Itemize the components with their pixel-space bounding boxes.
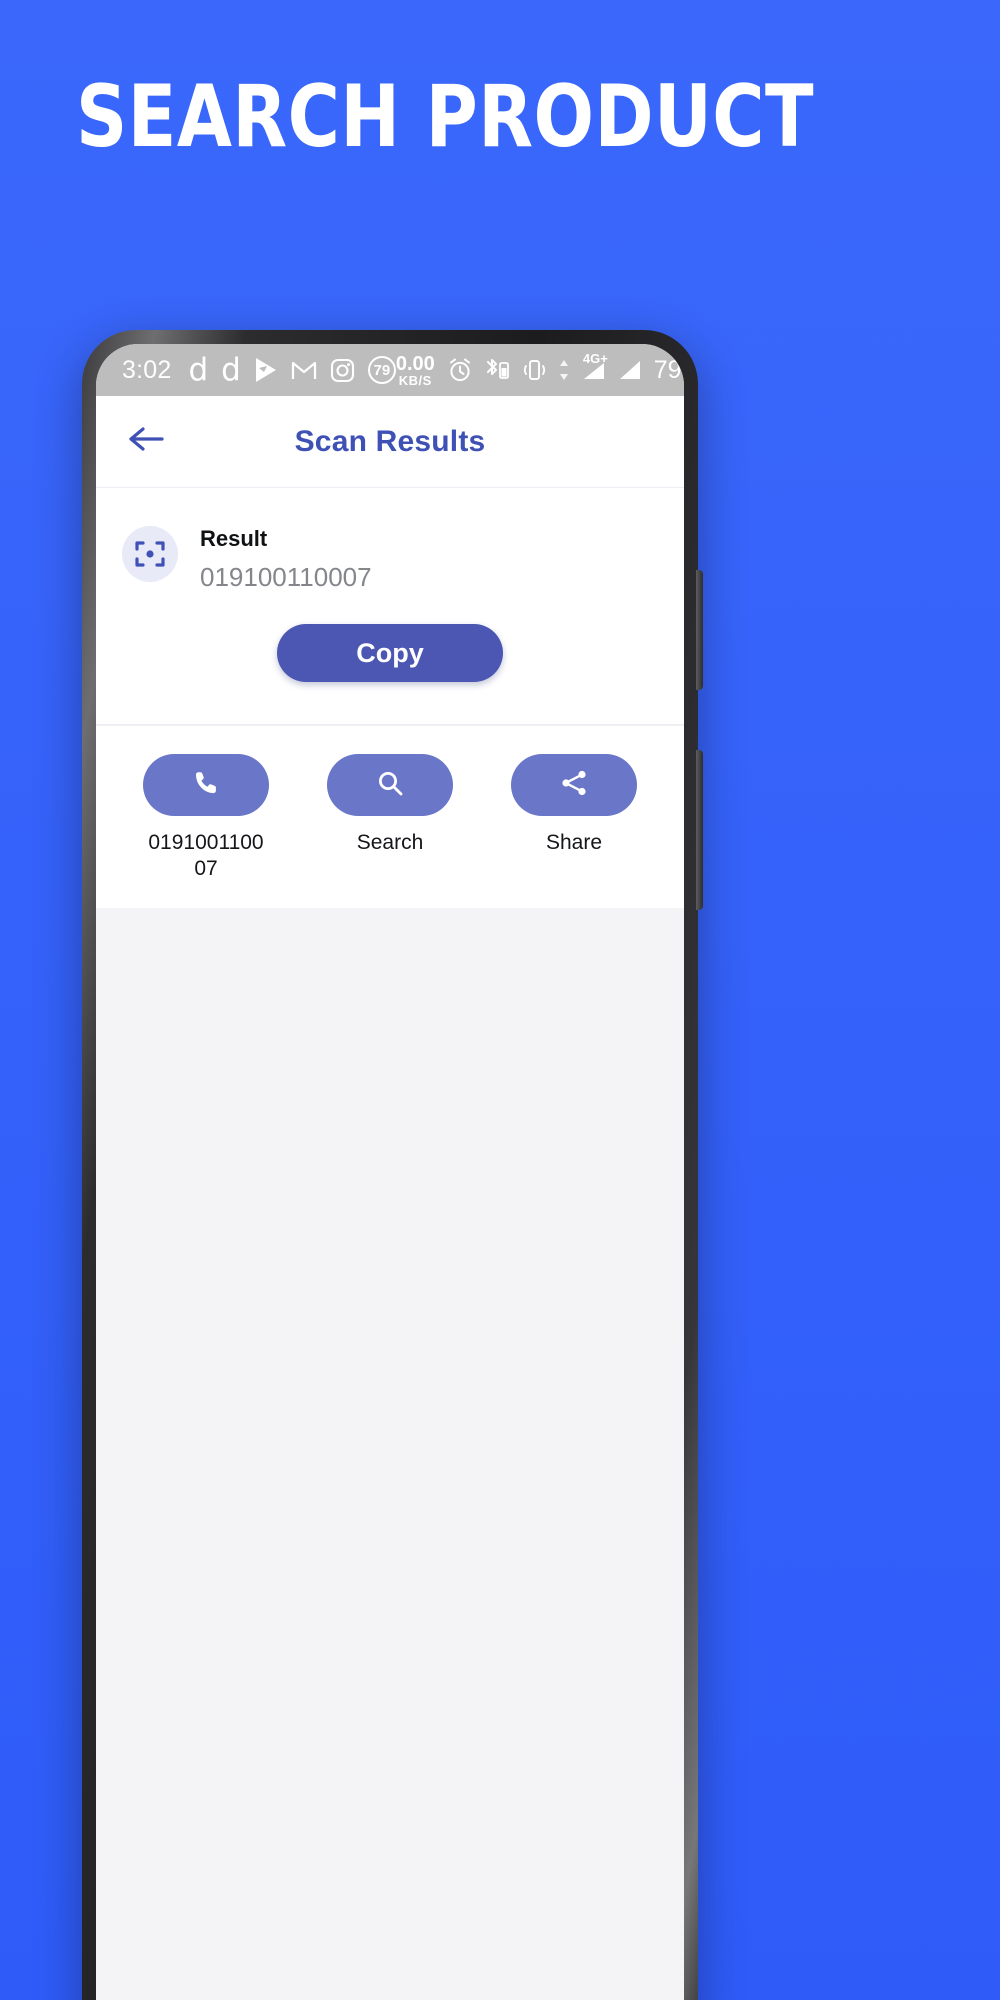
app-bar: Scan Results <box>96 396 684 488</box>
data-arrows-icon <box>558 358 570 382</box>
alarm-icon <box>447 357 473 383</box>
back-button[interactable] <box>120 415 174 469</box>
action-row: 019100110007 Search Share <box>96 725 684 908</box>
phone-device-frame: 3:02 d d 79 0.00 KB/S 4G+ 79 Scan Result… <box>82 330 703 2000</box>
result-texts: Result 019100110007 <box>200 522 372 596</box>
scan-focus-icon <box>122 526 178 582</box>
signal-4g-icon: 4G+ <box>580 351 608 382</box>
play-store-icon <box>254 357 278 383</box>
network-speed-unit: KB/S <box>398 372 432 388</box>
volume-button[interactable] <box>696 570 703 690</box>
share-pill[interactable] <box>511 754 637 816</box>
duo-icon: d <box>188 351 209 388</box>
notification-count-badge: 79 <box>367 356 396 384</box>
copy-button-wrap: Copy <box>122 596 658 724</box>
network-speed-value: 0.00 <box>395 352 435 375</box>
call-pill[interactable] <box>143 754 269 816</box>
phone-screen: 3:02 d d 79 0.00 KB/S 4G+ 79 Scan Result… <box>96 344 684 2000</box>
gmail-icon <box>291 359 317 381</box>
signal-bars-icon <box>616 358 642 382</box>
share-action-label: Share <box>545 831 603 854</box>
bluetooth-battery-icon <box>483 357 511 383</box>
status-bar-right: 0.00 KB/S 4G+ 79 <box>396 351 684 387</box>
call-action[interactable]: 019100110007 <box>114 754 298 882</box>
search-icon <box>375 768 405 803</box>
power-button[interactable] <box>696 750 703 910</box>
duo-icon: d <box>221 351 241 388</box>
instagram-icon <box>330 358 355 383</box>
result-row: Result 019100110007 <box>122 522 658 596</box>
status-bar-left: 3:02 d d 79 <box>122 351 396 388</box>
battery-percent-label: 79% <box>653 355 684 384</box>
search-action[interactable]: Search <box>298 754 482 882</box>
result-label: Result <box>200 526 268 551</box>
network-speed-indicator: 0.00 KB/S <box>396 354 435 387</box>
result-value: 019100110007 <box>200 562 372 592</box>
phone-icon <box>191 768 221 803</box>
page-title: SEARCH PRODUCT <box>76 67 814 167</box>
search-action-label: Search <box>356 831 424 854</box>
app-bar-title: Scan Results <box>294 424 486 458</box>
arrow-left-icon <box>128 424 166 459</box>
network-type-label: 4G <box>582 351 601 366</box>
result-card: Result 019100110007 Copy <box>96 488 684 725</box>
call-action-label: 019100110007 <box>148 831 264 880</box>
share-icon <box>559 768 589 803</box>
page-content-area <box>96 908 684 2000</box>
status-bar: 3:02 d d 79 0.00 KB/S 4G+ 79 <box>96 344 684 396</box>
status-time: 3:02 <box>122 355 172 384</box>
copy-button[interactable]: Copy <box>277 624 503 682</box>
search-pill[interactable] <box>327 754 453 816</box>
vibrate-icon <box>521 358 548 382</box>
network-plus-label: + <box>600 351 608 366</box>
share-action[interactable]: Share <box>482 754 666 882</box>
